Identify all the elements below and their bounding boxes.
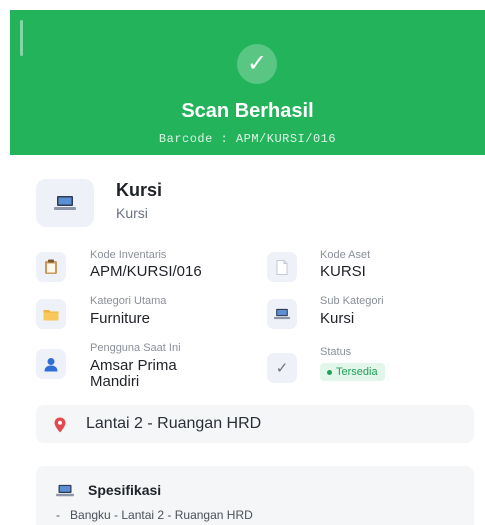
item-subtitle: Kursi	[116, 205, 148, 221]
field-label: Pengguna Saat Ini	[90, 342, 181, 354]
document-icon	[267, 252, 297, 282]
location-card: Lantai 2 - Ruangan HRD	[36, 405, 474, 443]
status-dot	[327, 369, 332, 375]
scan-title: Scan Berhasil	[181, 100, 314, 122]
field-label: Kode Aset	[320, 249, 371, 261]
field-value-line2: Mandiri	[90, 373, 140, 390]
header-accent-bar	[20, 20, 23, 56]
location-text: Lantai 2 - Ruangan HRD	[86, 415, 262, 432]
field-value: APM/KURSI/016	[90, 263, 202, 280]
field-label: Sub Kategori	[320, 295, 384, 307]
user-icon	[36, 349, 66, 379]
field-value: Furniture	[90, 310, 151, 327]
laptop-icon	[267, 299, 297, 329]
field-value: Kursi	[320, 310, 355, 327]
spec-item: - Bangku - Lantai 2 - Ruangan HRD	[56, 508, 253, 522]
field-value: KURSI	[320, 263, 366, 280]
status-badge: Tersedia	[320, 363, 385, 381]
barcode-text: Barcode : APM/KURSI/016	[158, 132, 337, 146]
field-value-line1: Amsar Prima	[90, 357, 177, 374]
scan-success-header: ✓ Scan Berhasil Barcode : APM/KURSI/016	[10, 10, 485, 155]
folder-icon	[36, 299, 66, 329]
pin-icon	[54, 417, 66, 438]
spec-title: Spesifikasi	[88, 482, 162, 498]
item-name: Kursi	[116, 180, 163, 200]
clipboard-icon	[36, 252, 66, 282]
field-label: Status	[320, 346, 352, 358]
field-label: Kode Inventaris	[90, 249, 167, 261]
spec-card: Spesifikasi - Bangku - Lantai 2 - Ruanga…	[36, 466, 474, 525]
check-icon: ✓	[267, 353, 297, 383]
laptop-icon	[36, 179, 94, 227]
spec-item-text: Bangku - Lantai 2 - Ruangan HRD	[70, 508, 253, 522]
check-icon: ✓	[237, 44, 277, 84]
spec-bullet: -	[56, 508, 60, 522]
field-label: Kategori Utama	[90, 295, 167, 307]
laptop-icon	[56, 484, 74, 502]
status-text: Tersedia	[336, 366, 378, 378]
